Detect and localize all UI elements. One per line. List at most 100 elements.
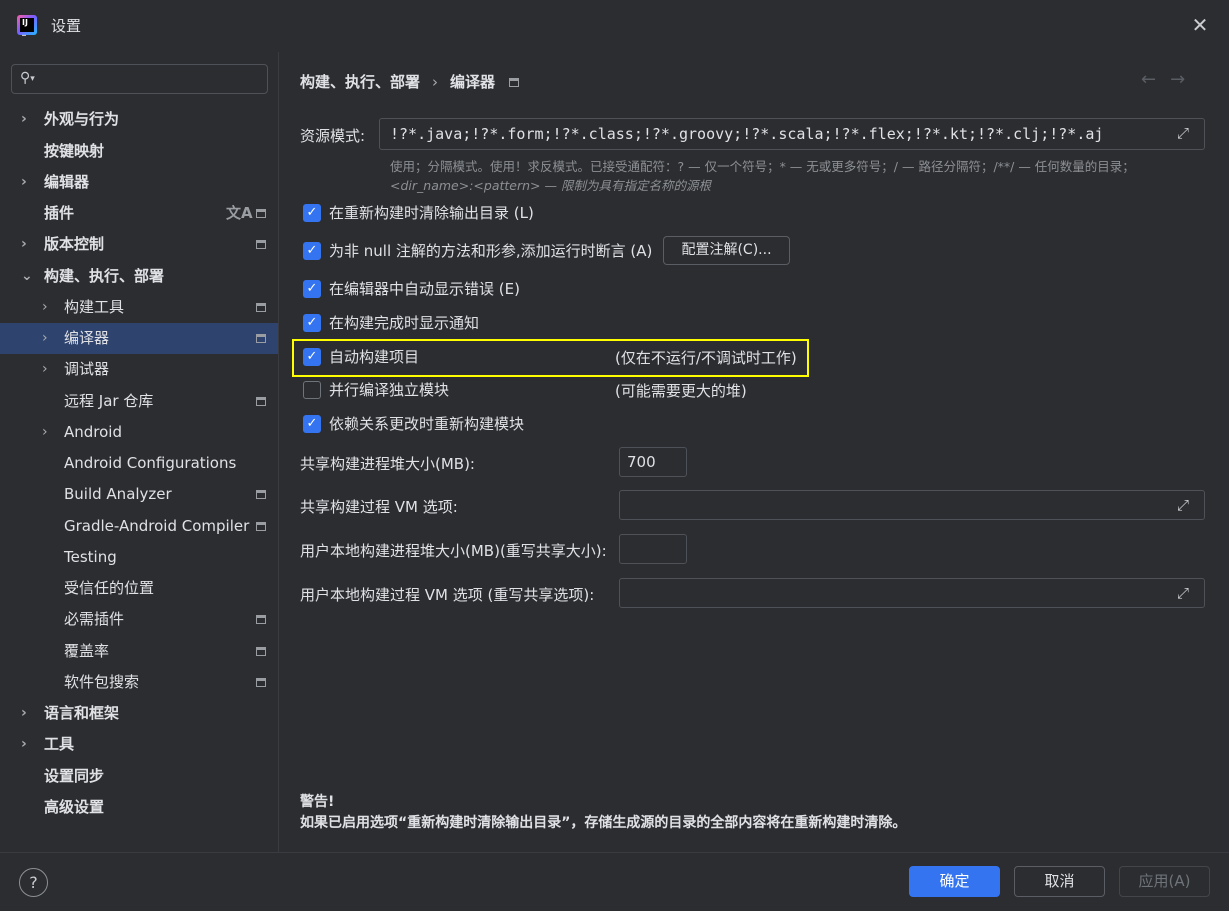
project-scope-icon [256,397,266,406]
sidebar-item-label: 版本控制 [44,235,105,253]
sidebar-item-package-search[interactable]: 软件包搜索 [0,667,278,698]
checkbox-unchecked[interactable] [303,381,321,399]
sidebar-item-label: 必需插件 [64,610,125,628]
sidebar-item-label: 语言和框架 [44,704,120,722]
breadcrumb-current: 编译器 [450,73,496,91]
vm-options-label: 共享构建过程 VM 选项: [300,498,458,516]
chevron-right-icon[interactable]: › [42,417,48,448]
search-icon[interactable]: ⚲▾ [20,70,35,86]
checkmark-icon[interactable]: ✓ [303,415,321,433]
resource-patterns-label: 资源模式: [300,127,366,145]
dialog-footer: ? 确定 取消 应用(A) [0,853,1229,911]
sidebar-item-label: 远程 Jar 仓库 [64,392,154,410]
sidebar-item-label: 设置同步 [44,767,105,785]
sidebar-item-label: Testing [64,548,117,566]
sidebar-item-vcs[interactable]: › 版本控制 [0,229,278,260]
vm-options-input[interactable] [619,490,1205,520]
sidebar-item-coverage[interactable]: 覆盖率 [0,636,278,667]
sidebar-item-label: Gradle-Android Compiler [64,517,250,535]
sidebar-item-advanced[interactable]: 高级设置 [0,792,278,823]
project-scope-icon [256,303,266,312]
back-arrow-icon[interactable]: ← [1141,69,1170,90]
checkbox-label: 在编辑器中自动显示错误 (E) [329,280,520,298]
sidebar-item-build-tools[interactable]: › 构建工具 [0,292,278,323]
window-title: 设置 [51,17,82,35]
help-icon[interactable]: ? [19,868,48,897]
checkmark-icon[interactable]: ✓ [303,348,321,366]
ok-button[interactable]: 确定 [909,866,1000,897]
forward-arrow-icon[interactable]: → [1170,69,1199,90]
sidebar-item-editor[interactable]: › 编辑器 [0,167,278,198]
cancel-button[interactable]: 取消 [1014,866,1105,897]
checkmark-icon[interactable]: ✓ [303,242,321,260]
chevron-right-icon[interactable]: › [21,729,27,760]
sidebar-item-debugger[interactable]: › 调试器 [0,354,278,385]
chevron-right-icon[interactable]: › [42,354,48,385]
chevron-right-icon[interactable]: › [21,698,27,729]
project-scope-icon [256,209,266,218]
checkbox-label: 在构建完成时显示通知 [329,314,480,332]
sidebar-item-plugins[interactable]: 插件 文A [0,198,278,229]
sidebar-item-languages[interactable]: › 语言和框架 [0,698,278,729]
expand-icon[interactable]: ⤢ [1177,124,1189,142]
sidebar-item-testing[interactable]: Testing [0,542,278,573]
sidebar-item-settings-sync[interactable]: 设置同步 [0,761,278,792]
checkbox-label: 在重新构建时清除输出目录 (L) [329,204,534,222]
chevron-right-icon[interactable]: › [21,104,27,135]
sidebar-item-label: 高级设置 [44,798,105,816]
sidebar-item-trusted-locations[interactable]: 受信任的位置 [0,573,278,604]
resource-patterns-input[interactable]: !?*.java;!?*.form;!?*.class;!?*.groovy;!… [379,118,1205,150]
sidebar-item-label: 构建工具 [64,298,125,316]
sidebar-item-label: 受信任的位置 [64,579,155,597]
sidebar-item-label: 按键映射 [44,142,105,160]
sidebar-item-keymap[interactable]: 按键映射 [0,136,278,167]
user-vm-options-input[interactable] [619,578,1205,608]
sidebar-item-required-plugins[interactable]: 必需插件 [0,604,278,635]
project-scope-icon [256,522,266,531]
heap-size-label: 共享构建进程堆大小(MB): [300,455,475,473]
checkbox-label: 依赖关系更改时重新构建模块 [329,415,525,433]
sidebar-item-android-configurations[interactable]: Android Configurations [0,448,278,479]
sidebar-item-gradle-android-compiler[interactable]: Gradle-Android Compiler [0,511,278,542]
warning-text: 如果已启用选项“重新构建时清除输出目录”，存储生成源的目录的全部内容将在重新构建… [300,815,907,831]
sidebar-item-remote-jar[interactable]: 远程 Jar 仓库 [0,386,278,417]
project-scope-icon [256,615,266,624]
checkmark-icon[interactable]: ✓ [303,204,321,222]
sidebar-item-label: 工具 [44,735,75,753]
sidebar-item-android[interactable]: › Android [0,417,278,448]
warning-title: 警告! [300,794,335,810]
expand-icon[interactable]: ⤢ [1177,496,1189,514]
checkmark-icon[interactable]: ✓ [303,314,321,332]
chevron-down-icon[interactable]: ⌄ [21,261,33,292]
heap-size-input[interactable]: 700 [619,447,687,477]
search-input[interactable]: ⚲▾ [11,64,268,94]
close-icon[interactable]: ✕ [1188,13,1212,37]
expand-icon[interactable]: ⤢ [1177,584,1189,602]
content-panel: 构建、执行、部署 › 编译器 ←→ 资源模式: !?*.java;!?*.form;… [279,52,1229,852]
resource-patterns-value: !?*.java;!?*.form;!?*.class;!?*.groovy;!… [390,125,1104,143]
user-heap-size-input[interactable] [619,534,687,564]
sidebar-item-build[interactable]: ⌄ 构建、执行、部署 [0,261,278,292]
sidebar-item-label: 构建、执行、部署 [44,267,165,285]
sidebar-item-build-analyzer[interactable]: Build Analyzer [0,479,278,510]
checkbox-label: 并行编译独立模块 [329,381,450,399]
chevron-right-icon[interactable]: › [42,323,48,354]
user-heap-size-label: 用户本地构建进程堆大小(MB)(重写共享大小): [300,542,607,560]
sidebar-item-appearance[interactable]: › 外观与行为 [0,104,278,135]
chevron-right-icon[interactable]: › [42,292,48,323]
chevron-right-icon[interactable]: › [21,167,27,198]
sidebar-item-label: 软件包搜索 [64,673,140,691]
sidebar-item-compiler[interactable]: › 编译器 [0,323,278,354]
breadcrumb-parent[interactable]: 构建、执行、部署 [300,73,420,91]
checkmark-icon[interactable]: ✓ [303,280,321,298]
sidebar-item-label: 编辑器 [44,173,90,191]
chevron-right-icon[interactable]: › [21,229,27,260]
sidebar-item-label: Android [64,423,122,441]
sidebar-item-tools[interactable]: › 工具 [0,729,278,760]
configure-annotations-button[interactable]: 配置注解(C)... [663,236,790,265]
apply-button[interactable]: 应用(A) [1119,866,1210,897]
sidebar-item-label: 调试器 [64,360,110,378]
sidebar-item-label: 覆盖率 [64,642,110,660]
translate-icon: 文A [226,204,253,222]
sidebar-item-label: Android Configurations [64,454,237,472]
